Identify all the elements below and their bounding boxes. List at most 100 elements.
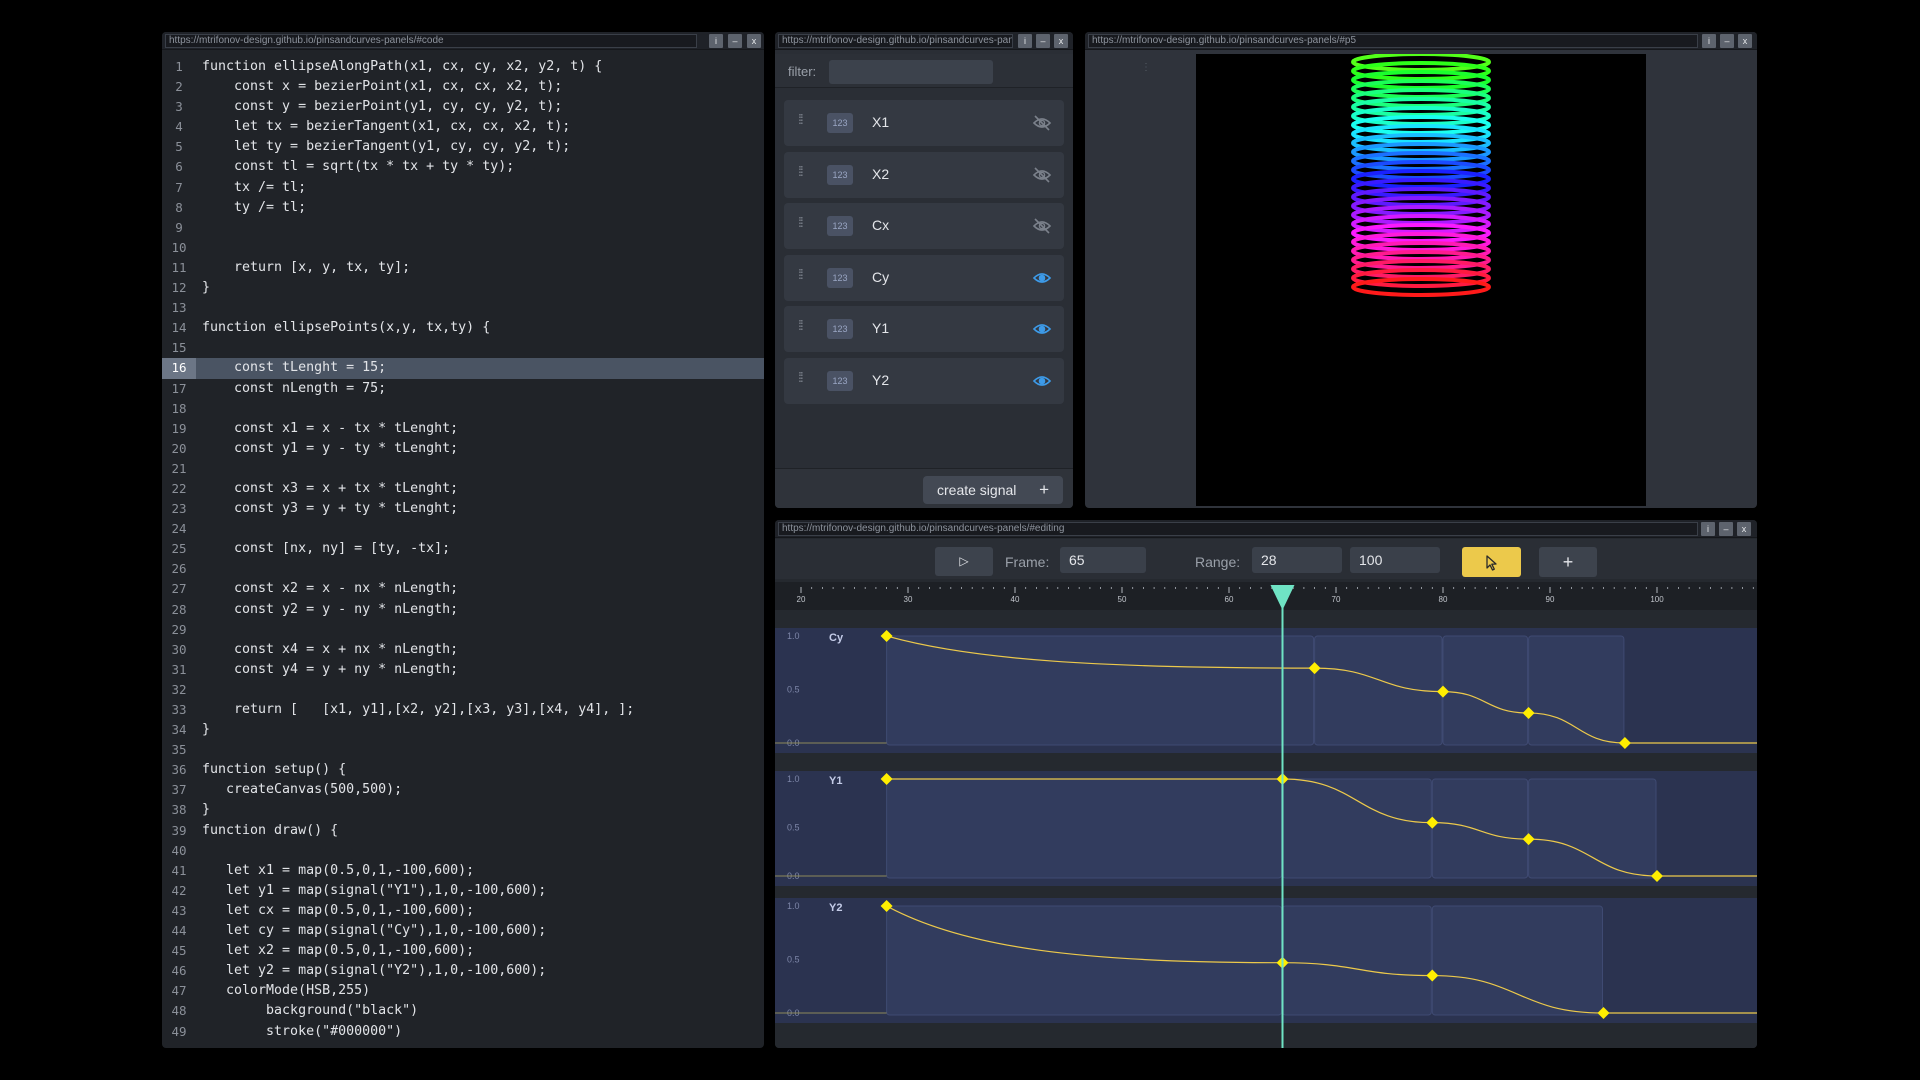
code-line[interactable]: 10 [162, 238, 764, 258]
play-button[interactable]: ▷ [935, 547, 993, 576]
code-line[interactable]: 34} [162, 720, 764, 740]
code-line[interactable]: 7 tx /= tl; [162, 178, 764, 198]
code-line[interactable]: 12} [162, 278, 764, 298]
code-line[interactable]: 45 let x2 = map(0.5,0,1,-100,600); [162, 941, 764, 961]
eye-icon[interactable] [1032, 319, 1052, 339]
grip-icon[interactable]: ⋮ [1141, 62, 1151, 73]
keyframe-pin[interactable] [1308, 662, 1321, 675]
keyframe-pin[interactable] [1426, 969, 1439, 982]
code-line[interactable]: 30 const x4 = x + nx * nLength; [162, 640, 764, 660]
select-tool-button[interactable] [1462, 547, 1521, 577]
close-button[interactable]: x [747, 34, 761, 48]
code-line[interactable]: 38} [162, 800, 764, 820]
track-y1[interactable] [775, 771, 1757, 886]
signal-item-y2[interactable]: ⁞⁞ 123 Y2 [784, 357, 1064, 404]
drag-handle-icon[interactable]: ⁞⁞ [798, 318, 810, 332]
keyframe-pin[interactable] [1522, 707, 1535, 720]
code-line[interactable]: 27 const x2 = x - nx * nLength; [162, 579, 764, 599]
code-line[interactable]: 13 [162, 298, 764, 318]
code-line[interactable]: 46 let y2 = map(signal("Y2"),1,0,-100,60… [162, 961, 764, 981]
code-line[interactable]: 22 const x3 = x + tx * tLenght; [162, 479, 764, 499]
p5-url-field[interactable]: https://mtrifonov-design.github.io/pinsa… [1088, 34, 1698, 48]
keyframe-pin[interactable] [1651, 870, 1663, 882]
code-line[interactable]: 48 background("black") [162, 1001, 764, 1021]
code-line[interactable]: 11 return [x, y, tx, ty]; [162, 258, 764, 278]
code-line[interactable]: 29 [162, 620, 764, 640]
curve-segment[interactable] [1282, 905, 1432, 1016]
track-y2[interactable] [775, 898, 1757, 1023]
keyframe-pin[interactable] [880, 630, 893, 642]
code-line[interactable]: 42 let y1 = map(signal("Y1"),1,0,-100,60… [162, 881, 764, 901]
keyframe-pin[interactable] [1437, 685, 1449, 698]
minimize-button[interactable]: – [1719, 522, 1733, 536]
code-line[interactable]: 14 function ellipsePoints(x,y, tx,ty) { [162, 318, 764, 338]
drag-handle-icon[interactable]: ⁞⁞ [798, 267, 810, 281]
info-button[interactable]: i [709, 34, 723, 48]
keyframe-pin[interactable] [1426, 816, 1439, 829]
code-line[interactable]: 9 [162, 218, 764, 238]
close-button[interactable]: x [1738, 34, 1752, 48]
code-line[interactable]: 31 const y4 = y + ny * nLength; [162, 660, 764, 680]
code-line[interactable]: 15 [162, 338, 764, 358]
keyframe-pin[interactable] [880, 900, 893, 912]
curve-segment[interactable] [1528, 635, 1625, 746]
curve-segment[interactable] [1314, 635, 1443, 746]
curve-segment[interactable] [1528, 778, 1657, 879]
minimize-button[interactable]: – [728, 34, 742, 48]
info-button[interactable]: i [1701, 522, 1715, 536]
code-line[interactable]: 35 [162, 740, 764, 760]
code-line[interactable]: 43 let cx = map(0.5,0,1,-100,600); [162, 901, 764, 921]
code-line[interactable]: 49 stroke("#000000") [162, 1022, 764, 1042]
keyframe-pin[interactable] [1597, 1007, 1610, 1019]
minimize-button[interactable]: – [1036, 34, 1050, 48]
signal-item-x1[interactable]: ⁞⁞ 123 X1 [784, 100, 1064, 146]
signal-item-x2[interactable]: ⁞⁞ 123 X2 [784, 151, 1064, 198]
code-line[interactable]: 18 [162, 399, 764, 419]
eye-icon[interactable] [1032, 371, 1052, 391]
code-line[interactable]: 6 const tl = sqrt(tx * tx + ty * ty); [162, 157, 764, 177]
eye-icon[interactable] [1032, 268, 1052, 288]
signal-item-cy[interactable]: ⁞⁞ 123 Cy [784, 254, 1064, 301]
filter-input[interactable] [829, 60, 993, 84]
add-pin-button[interactable]: + [1539, 547, 1597, 577]
eye-off-icon[interactable] [1032, 165, 1052, 185]
track-cy[interactable] [775, 628, 1757, 753]
code-line[interactable]: 32 [162, 680, 764, 700]
code-line[interactable]: 41 let x1 = map(0.5,0,1,-100,600); [162, 861, 764, 881]
minimize-button[interactable]: – [1720, 34, 1734, 48]
curve-segment[interactable] [886, 635, 1315, 746]
code-line[interactable]: 25 const [nx, ny] = [ty, -tx]; [162, 539, 764, 559]
code-editor[interactable]: 1 function ellipseAlongPath(x1, cx, cy, x… [162, 57, 764, 1048]
code-line[interactable]: 3 const y = bezierPoint(y1, cy, cy, y2, … [162, 97, 764, 117]
curve-segment[interactable] [1431, 905, 1603, 1016]
create-signal-button[interactable]: create signal + [923, 476, 1063, 504]
keyframe-pin[interactable] [880, 773, 893, 785]
close-button[interactable]: x [1054, 34, 1068, 48]
p5-canvas[interactable] [1196, 54, 1646, 506]
close-button[interactable]: x [1737, 522, 1751, 536]
curve-segment[interactable] [886, 778, 1282, 879]
code-line[interactable]: 36 function setup() { [162, 760, 764, 780]
code-line[interactable]: 21 [162, 459, 764, 479]
keyframe-pin[interactable] [1522, 833, 1535, 846]
code-line[interactable]: 1 function ellipseAlongPath(x1, cx, cy, x… [162, 57, 764, 77]
code-line[interactable]: 37 createCanvas(500,500); [162, 780, 764, 800]
frame-input[interactable]: 65 [1060, 547, 1146, 573]
info-button[interactable]: i [1018, 34, 1032, 48]
drag-handle-icon[interactable]: ⁞⁞ [798, 112, 810, 126]
drag-handle-icon[interactable]: ⁞⁞ [798, 215, 810, 229]
code-line[interactable]: 20 const y1 = y - ty * tLenght; [162, 439, 764, 459]
time-ruler[interactable] [775, 582, 1757, 610]
code-line[interactable]: 44 let cy = map(signal("Cy"),1,0,-100,60… [162, 921, 764, 941]
range-end-input[interactable]: 100 [1350, 547, 1440, 573]
code-line[interactable]: 23 const y3 = y + ty * tLenght; [162, 499, 764, 519]
drag-handle-icon[interactable]: ⁞⁞ [798, 164, 810, 178]
eye-off-icon[interactable] [1032, 113, 1052, 133]
signal-item-cx[interactable]: ⁞⁞ 123 Cx [784, 203, 1064, 249]
code-line[interactable]: 16 const tLenght = 15; [162, 358, 764, 379]
code-line[interactable]: 17 const nLength = 75; [162, 379, 764, 399]
signals-url-field[interactable]: https://mtrifonov-design.github.io/pinsa… [778, 34, 1013, 48]
info-button[interactable]: i [1702, 34, 1716, 48]
code-line[interactable]: 28 const y2 = y - ny * nLength; [162, 600, 764, 620]
range-start-input[interactable]: 28 [1252, 547, 1342, 573]
